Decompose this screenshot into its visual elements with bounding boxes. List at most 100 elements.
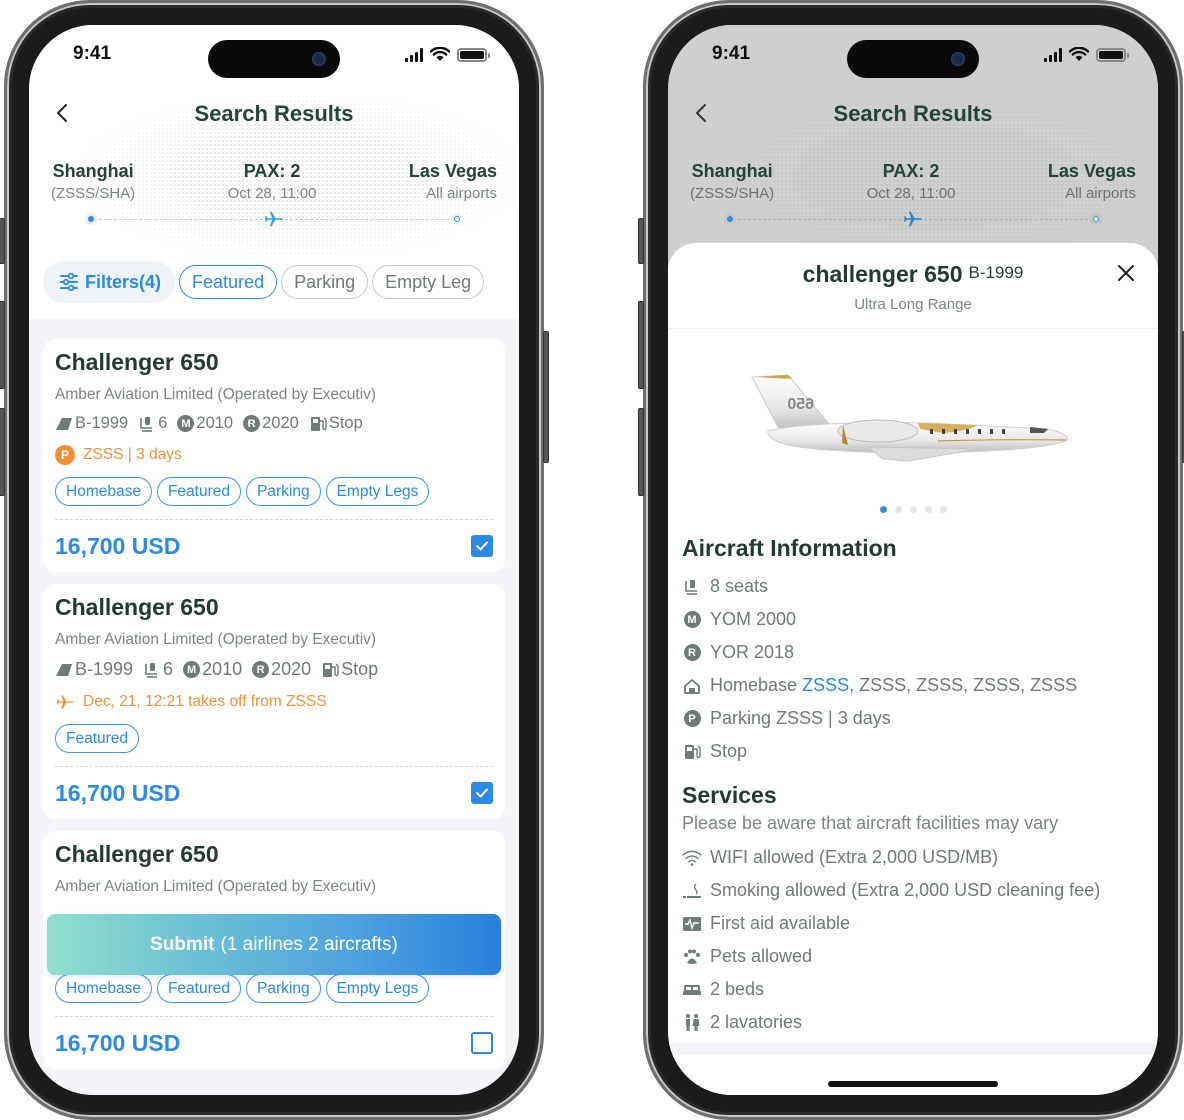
pax-count: PAX: 2	[882, 161, 940, 181]
service-label: 2 lavatories	[710, 1012, 803, 1032]
service-item: 2 lavatories	[682, 1006, 1144, 1039]
origin-dot-icon	[85, 213, 97, 225]
price: 16,700 USD	[55, 779, 181, 806]
filter-bar: Filters(4) Featured Parking Empty Leg	[43, 261, 505, 303]
aircraft-title: Challenger 650	[55, 349, 219, 375]
tag-list: Homebase Featured Parking Empty Legs	[55, 974, 493, 1003]
filters-button[interactable]: Filters(4)	[43, 261, 176, 303]
origin-dot-icon	[724, 213, 736, 225]
operator: Amber Aviation Limited (Operated by Exec…	[55, 386, 377, 403]
dynamic-island	[847, 40, 979, 78]
result-card[interactable]: Challenger 650 Amber Aviation Limited (O…	[43, 584, 505, 819]
sliders-icon	[60, 273, 78, 291]
service-label: 2 beds	[710, 979, 765, 999]
page-dot[interactable]	[939, 506, 947, 513]
gallery-pagination	[668, 506, 1158, 513]
seats-text: 8 seats	[710, 576, 769, 596]
lavatory-icon	[686, 1013, 700, 1031]
result-card[interactable]: Challenger 650 Amber Aviation Limited (O…	[43, 339, 505, 572]
select-checkbox[interactable]	[471, 1032, 493, 1054]
chip-featured[interactable]: Featured	[179, 265, 278, 299]
service-label: Smoking allowed (Extra 2,000 USD cleanin…	[710, 880, 1101, 900]
origin-city: Shanghai	[691, 161, 773, 181]
status-bar: 9:41	[668, 25, 1158, 85]
seat-icon	[140, 416, 153, 432]
aircraft-gallery[interactable]: 650	[668, 329, 1158, 519]
chip-empty-leg[interactable]: Empty Leg	[372, 265, 485, 299]
origin: Shanghai (ZSSS/SHA)	[51, 161, 135, 202]
screen: 9:41 Search Results Shanghai (ZSSS/SHA) …	[29, 25, 519, 1095]
sheet-footer	[668, 1043, 1158, 1095]
aircraft-image: 650	[751, 374, 1068, 462]
close-icon[interactable]	[1116, 263, 1136, 283]
parking-text: Parking ZSSS | 3 days	[710, 708, 891, 728]
checkmark-icon	[476, 788, 488, 798]
info-yor: R YOR 2018	[682, 636, 1144, 669]
info-yom: M YOM 2000	[682, 603, 1144, 636]
dynamic-island	[208, 40, 340, 78]
parking-text: ZSSS | 3 days	[83, 446, 182, 463]
select-checkbox[interactable]	[471, 535, 493, 557]
year-of-refurbishment: 2020	[271, 659, 312, 679]
select-checkbox[interactable]	[471, 782, 493, 804]
operator: Amber Aviation Limited (Operated by Exec…	[55, 878, 377, 895]
bed-icon	[683, 984, 701, 995]
volume-up-button	[638, 301, 644, 389]
chip-parking[interactable]: Parking	[281, 265, 369, 299]
tag-homebase: Homebase	[55, 974, 152, 1003]
submit-detail: (1 airlines 2 aircrafts)	[220, 933, 398, 955]
parking-icon: P	[683, 710, 701, 727]
tail-icon	[56, 417, 72, 430]
volume-up-button	[0, 301, 5, 389]
aircraft-detail-sheet: challenger 650 B-1999 Ultra Long Range 65…	[668, 243, 1158, 1095]
tag-list: Homebase Featured Parking Empty Legs	[55, 477, 493, 506]
filters-label: Filters(4)	[85, 271, 162, 292]
aircraft-category: Ultra Long Range	[854, 296, 972, 313]
registration: B-1999	[75, 414, 129, 432]
tag-empty-legs: Empty Legs	[325, 477, 430, 506]
departure-note: Dec, 21, 12:21 takes off from ZSSS	[55, 692, 493, 712]
checkmark-icon	[476, 541, 488, 551]
mute-switch	[638, 218, 644, 264]
page-dot[interactable]	[909, 506, 917, 513]
service-item: Smoking allowed (Extra 2,000 USD cleanin…	[682, 874, 1144, 907]
submit-button[interactable]: Submit (1 airlines 2 aircrafts)	[47, 914, 501, 975]
tag-homebase: Homebase	[55, 477, 152, 506]
info-fuel: Stop	[682, 735, 1144, 768]
aircraft-specs: B-1999 6 M 2010 R 2020 Stop	[55, 414, 493, 433]
page-dot-active[interactable]	[879, 506, 887, 513]
home-icon	[684, 678, 700, 694]
home-indicator[interactable]	[828, 1081, 998, 1087]
yor-text: YOR 2018	[710, 642, 795, 662]
cellular-signal-icon	[1044, 47, 1062, 62]
trip-info: PAX: 2 Oct 28, 11:00	[228, 161, 317, 202]
tag-empty-legs: Empty Legs	[325, 974, 430, 1003]
fuel-stop: Stop	[341, 659, 379, 679]
page-title: Search Results	[194, 101, 354, 126]
mute-switch	[0, 218, 5, 264]
page-dot[interactable]	[894, 506, 902, 513]
service-label: WIFI allowed (Extra 2,000 USD/MB)	[710, 847, 999, 867]
departure-datetime: Oct 28, 11:00	[866, 185, 956, 202]
aircraft-information-section: Aircraft Information 8 seats M YOM 2000 …	[668, 535, 1158, 768]
destination-city: Las Vegas	[1047, 161, 1136, 181]
seat-icon	[685, 579, 697, 595]
fuel-stop: Stop	[328, 414, 363, 432]
fuel-text: Stop	[710, 741, 748, 761]
phone-search-results: 9:41 Search Results Shanghai (ZSSS/SHA) …	[0, 0, 549, 1120]
volume-down-button	[638, 408, 644, 496]
seat-count: 6	[158, 414, 168, 432]
tag-parking: Parking	[246, 974, 321, 1003]
airplane-icon	[264, 211, 283, 227]
homebase-label: Homebase	[710, 675, 798, 695]
page-dot[interactable]	[924, 506, 932, 513]
tail-icon	[56, 663, 72, 676]
homebase-primary[interactable]: ZSSS,	[802, 675, 854, 695]
destination-code: All airports	[1065, 185, 1136, 202]
price: 16,700 USD	[55, 1029, 181, 1056]
aircraft-title: Challenger 650	[55, 594, 219, 620]
phone-aircraft-detail: 9:41 Search Results Shanghai (ZSSS/SHA) P…	[638, 0, 1184, 1120]
destination-dot-icon	[1090, 213, 1102, 225]
battery-icon	[457, 47, 490, 62]
service-item: WIFI allowed (Extra 2,000 USD/MB)	[682, 841, 1144, 874]
